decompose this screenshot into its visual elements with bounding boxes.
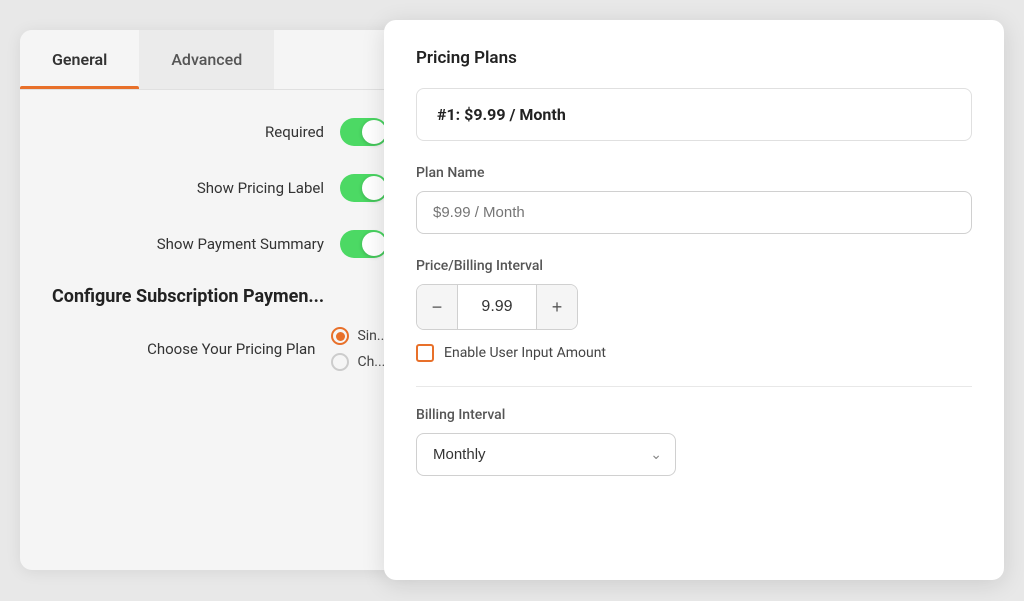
toggle-show-pricing-label-row: Show Pricing Label bbox=[52, 174, 388, 202]
plan-header-title: #1: $9.99 / Month bbox=[437, 105, 566, 124]
toggle-required[interactable] bbox=[340, 118, 388, 146]
radio-circle-single[interactable] bbox=[331, 327, 349, 345]
toggle-required-label: Required bbox=[265, 123, 324, 141]
billing-interval-select[interactable]: Monthly Yearly Weekly Daily bbox=[416, 433, 676, 476]
divider bbox=[416, 386, 972, 387]
panel-title: Pricing Plans bbox=[416, 48, 972, 68]
right-panel: Pricing Plans #1: $9.99 / Month Plan Nam… bbox=[384, 20, 1004, 580]
toggle-show-pricing-label[interactable] bbox=[340, 174, 388, 202]
section-title: Configure Subscription Paymen... bbox=[52, 286, 388, 307]
toggle-required-row: Required bbox=[52, 118, 388, 146]
tab-general[interactable]: General bbox=[20, 30, 139, 89]
radio-circle-custom[interactable] bbox=[331, 353, 349, 371]
toggle-show-payment-summary-row: Show Payment Summary bbox=[52, 230, 388, 258]
increment-button[interactable]: + bbox=[537, 285, 577, 329]
tab-advanced[interactable]: Advanced bbox=[139, 30, 274, 89]
radio-option-custom-label: Ch... bbox=[357, 354, 385, 370]
plan-name-label: Plan Name bbox=[416, 165, 972, 181]
radio-option-custom[interactable]: Ch... bbox=[331, 353, 388, 371]
plan-name-section: Plan Name bbox=[416, 165, 972, 234]
toggle-show-pricing-label-label: Show Pricing Label bbox=[197, 179, 324, 197]
radio-option-single[interactable]: Sin... bbox=[331, 327, 388, 345]
plan-header: #1: $9.99 / Month bbox=[416, 88, 972, 141]
tab-general-label: General bbox=[52, 50, 107, 69]
toggle-show-payment-summary[interactable] bbox=[340, 230, 388, 258]
toggle-show-payment-summary-label: Show Payment Summary bbox=[157, 235, 324, 253]
radio-options: Sin... Ch... bbox=[331, 327, 388, 371]
billing-interval-section: Billing Interval Monthly Yearly Weekly D… bbox=[416, 407, 972, 476]
enable-user-input-row: Enable User Input Amount bbox=[416, 344, 972, 362]
billing-interval-label: Billing Interval bbox=[416, 407, 972, 423]
plan-name-input[interactable] bbox=[416, 191, 972, 234]
decrement-button[interactable]: − bbox=[417, 285, 457, 329]
price-billing-section: Price/Billing Interval − + Enable User I… bbox=[416, 258, 972, 362]
left-content: Required Show Pricing Label Show Payment… bbox=[20, 90, 420, 399]
price-value-input[interactable] bbox=[457, 285, 537, 329]
price-stepper: − + bbox=[416, 284, 578, 330]
left-panel: General Advanced Required Show Pricing L… bbox=[20, 30, 420, 570]
billing-interval-wrapper: Monthly Yearly Weekly Daily ⌄ bbox=[416, 433, 676, 476]
tab-bar: General Advanced bbox=[20, 30, 420, 90]
pricing-plan-radio-group: Choose Your Pricing Plan Sin... Ch... bbox=[52, 327, 388, 371]
enable-user-input-label: Enable User Input Amount bbox=[444, 345, 606, 361]
tab-advanced-label: Advanced bbox=[171, 50, 242, 69]
enable-user-input-checkbox[interactable] bbox=[416, 344, 434, 362]
pricing-plan-label: Choose Your Pricing Plan bbox=[147, 340, 315, 358]
price-billing-label: Price/Billing Interval bbox=[416, 258, 972, 274]
